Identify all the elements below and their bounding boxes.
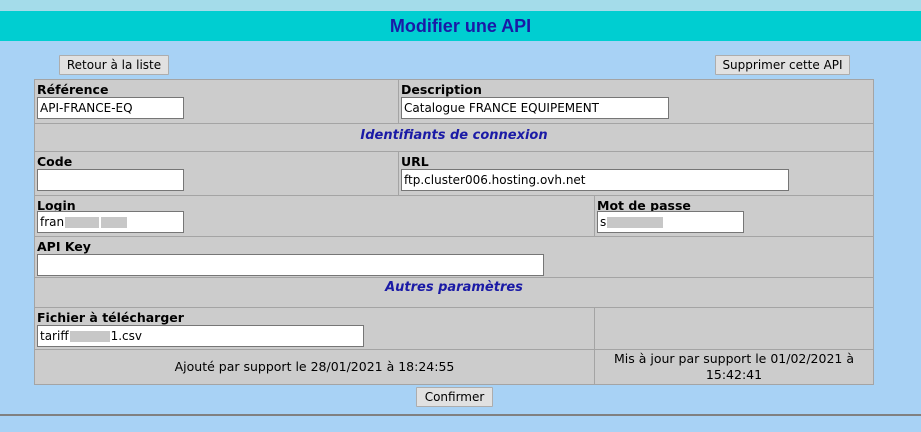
url-input[interactable]: ftp.cluster006.hosting.ovh.net: [401, 169, 789, 191]
login-value: fran: [40, 215, 65, 229]
section-connexion: Identifiants de connexion: [34, 123, 874, 152]
reference-input[interactable]: API-FRANCE-EQ: [37, 97, 184, 119]
password-cell: Mot de passe s: [594, 195, 874, 237]
description-cell: Description Catalogue FRANCE EQUIPEMENT: [398, 79, 874, 124]
login-cell: Login fran: [34, 195, 595, 237]
page-title: Modifier une API: [0, 11, 921, 41]
bottom-divider: [0, 414, 921, 416]
reference-label: Référence: [37, 82, 109, 97]
redacted-mask: [65, 217, 100, 228]
confirm-button[interactable]: Confirmer: [416, 387, 493, 407]
code-cell: Code: [34, 151, 399, 196]
url-label: URL: [401, 154, 429, 169]
file-value-prefix: tariff: [40, 329, 69, 343]
code-label: Code: [37, 154, 73, 169]
file-value-suffix: 1.csv: [110, 329, 142, 343]
description-label: Description: [401, 82, 482, 97]
updated-info: Mis à jour par support le 01/02/2021 à 1…: [594, 349, 874, 385]
api-key-cell: API Key: [34, 236, 874, 278]
api-key-input[interactable]: [37, 254, 544, 276]
code-input[interactable]: [37, 169, 184, 191]
login-input[interactable]: fran: [37, 211, 184, 233]
added-info: Ajouté par support le 28/01/2021 à 18:24…: [34, 349, 595, 385]
api-key-label: API Key: [37, 239, 91, 254]
password-input[interactable]: s: [597, 211, 744, 233]
file-label: Fichier à télécharger: [37, 310, 184, 325]
empty-cell: [594, 307, 874, 350]
file-input[interactable]: tariff 1.csv: [37, 325, 364, 347]
redacted-mask: [101, 217, 128, 228]
description-input[interactable]: Catalogue FRANCE EQUIPEMENT: [401, 97, 669, 119]
section-other: Autres paramètres: [34, 277, 874, 308]
redacted-mask: [69, 331, 110, 342]
top-strip: [0, 0, 921, 11]
file-cell: Fichier à télécharger tariff 1.csv: [34, 307, 595, 350]
back-to-list-button[interactable]: Retour à la liste: [59, 55, 169, 75]
reference-cell: Référence API-FRANCE-EQ: [34, 79, 399, 124]
password-value: s: [600, 215, 607, 229]
delete-api-button[interactable]: Supprimer cette API: [715, 55, 850, 75]
redacted-mask: [607, 217, 664, 228]
url-cell: URL ftp.cluster006.hosting.ovh.net: [398, 151, 874, 196]
